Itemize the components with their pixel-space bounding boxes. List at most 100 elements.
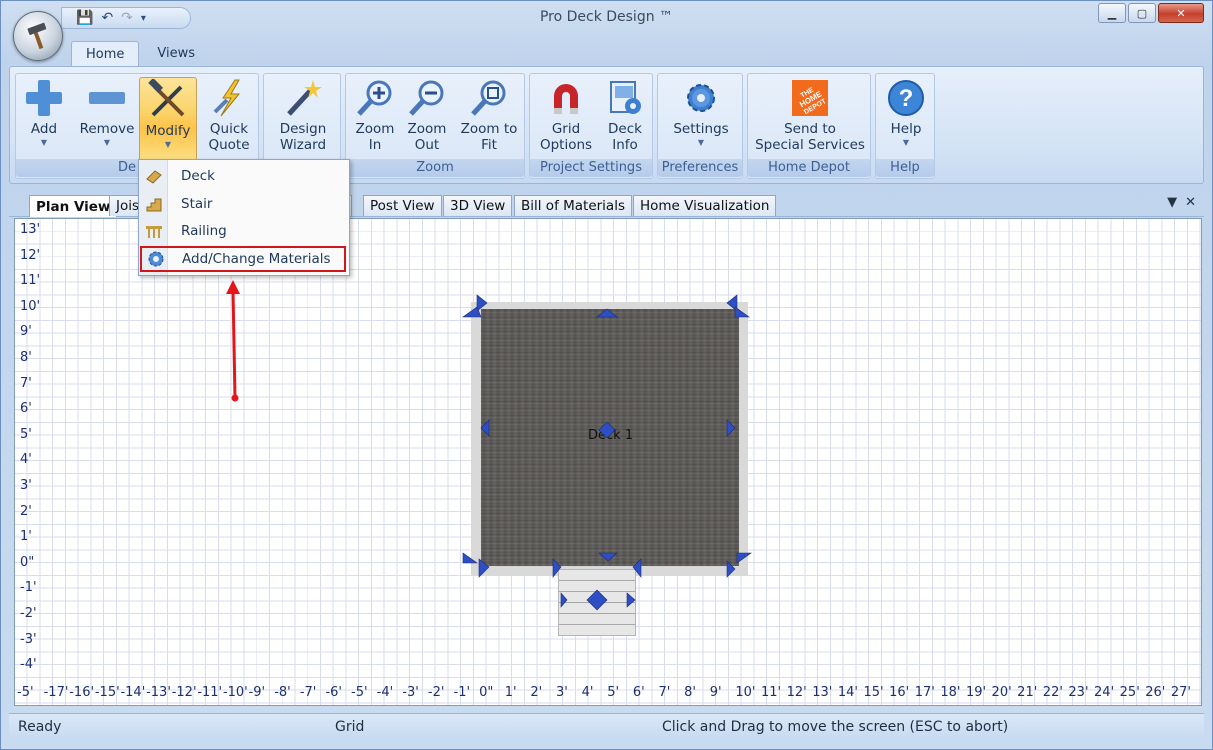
tab-3d-view[interactable]: 3D View (443, 195, 513, 216)
grid-options-label-1: Grid (551, 121, 581, 137)
design-wizard-button[interactable]: Design Wizard (268, 76, 338, 158)
handle-top-right-2 (734, 306, 750, 318)
grid-options-button[interactable]: Grid Options (534, 76, 598, 158)
handle-bottom-left (462, 552, 478, 564)
quick-quote-button[interactable]: Quick Quote (200, 76, 258, 158)
quick-quote-label-2: Quote (208, 137, 250, 153)
handle-bottom-right-2 (726, 560, 736, 578)
materials-gear-icon (148, 251, 164, 267)
remove-label: Remove (79, 121, 135, 137)
deck-handles (462, 294, 752, 611)
tab-post-view[interactable]: Post View (363, 195, 442, 216)
zoom-fit-label-2: Fit (481, 137, 497, 153)
minus-icon (89, 92, 125, 104)
handle-stair-left (552, 558, 562, 578)
zoom-out-label-2: Out (414, 137, 440, 153)
handle-bottom-left-2 (478, 558, 490, 578)
close-tab-icon[interactable]: ✕ (1185, 195, 1196, 210)
tab-home-visualization[interactable]: Home Visualization (633, 195, 777, 216)
annotation-arrow (226, 280, 240, 402)
app-window: Pro Deck Design ™ ▁ ▢ ✕ 💾 ↶ ↷ ▾ Home Vie… (0, 0, 1213, 750)
minimize-button[interactable]: ▁ (1098, 3, 1126, 23)
handle-stair-r2 (626, 592, 636, 608)
tab-home[interactable]: Home (71, 41, 140, 67)
modify-label: Modify (145, 123, 191, 139)
deck-boards-icon (146, 170, 162, 184)
handle-center (598, 421, 616, 439)
group-help: ? Help ▼ Help (875, 73, 935, 179)
group-label-home-depot: Home Depot (748, 159, 870, 177)
zoom-to-fit-button[interactable]: Zoom to Fit (456, 76, 522, 158)
zoom-in-label-2: In (368, 137, 382, 153)
save-icon[interactable]: 💾 (76, 10, 93, 26)
tab-list-icon[interactable]: ▼ (1167, 195, 1177, 210)
ribbon-tabs: Home Views (71, 41, 209, 67)
deck-info-label-1: Deck (608, 121, 642, 137)
home-depot-logo: THEHOMEDEPOT (792, 80, 828, 116)
maximize-button[interactable]: ▢ (1128, 3, 1156, 23)
menu-item-railing-label: Railing (181, 223, 227, 239)
magic-wand-icon (287, 80, 322, 116)
handle-right-mid (726, 419, 736, 437)
handle-bottom-center (598, 552, 618, 562)
chevron-down-icon: ▼ (103, 138, 111, 147)
handle-stair-right (632, 558, 642, 578)
gear-icon (687, 84, 715, 112)
zoom-in-label-1: Zoom (355, 121, 395, 137)
add-label: Add (30, 121, 58, 137)
menu-item-stair-label: Stair (181, 196, 213, 212)
modify-menu: Deck Stair Railing Add/Change Materials (138, 159, 350, 276)
handle-top-center (596, 308, 618, 318)
add-button[interactable]: Add ▼ (20, 76, 68, 158)
chevron-down-icon: ▼ (697, 138, 705, 147)
customize-qat-icon[interactable]: ▾ (141, 13, 146, 24)
menu-item-railing[interactable]: Railing (139, 218, 349, 244)
group-preferences: Settings ▼ Preferences (657, 73, 743, 179)
zoom-in-button[interactable]: Zoom In (350, 76, 400, 158)
help-button[interactable]: ? Help ▼ (880, 76, 932, 158)
close-button[interactable]: ✕ (1158, 3, 1204, 23)
tab-plan-view[interactable]: Plan View (29, 195, 118, 217)
remove-button[interactable]: Remove ▼ (78, 76, 136, 158)
svg-text:?: ? (899, 85, 914, 112)
help-icon: ? (888, 80, 924, 116)
zoom-fit-label-1: Zoom to (460, 121, 518, 137)
handle-left-mid (480, 419, 490, 437)
send-to-special-services-button[interactable]: THE HOME DEPOT Send to Special Services (752, 76, 868, 158)
hammer-icon (27, 22, 47, 50)
menu-item-deck-label: Deck (181, 168, 215, 184)
tab-views[interactable]: Views (143, 41, 209, 65)
menu-item-deck[interactable]: Deck (139, 163, 349, 189)
handle-stair-center (586, 589, 608, 611)
quick-quote-label-1: Quick (209, 121, 249, 137)
design-wizard-label-1: Design (279, 121, 327, 137)
status-grid: Grid (335, 719, 365, 735)
tab-bill-of-materials[interactable]: Bill of Materials (514, 195, 632, 216)
design-wizard-label-2: Wizard (279, 137, 327, 153)
plan-canvas[interactable]: 13' 12' 11' 10' 9' 8' 7' 6' 5' 4' 3' 2' 1' 0" -1' -2' -3… (14, 218, 1202, 706)
magnet-icon (554, 84, 578, 114)
zoom-out-label-1: Zoom (407, 121, 447, 137)
menu-item-stair[interactable]: Stair (139, 191, 349, 217)
handle-bottom-right (736, 552, 752, 564)
send-to-label-2: Special Services (755, 137, 865, 153)
group-label-help: Help (876, 159, 934, 177)
zoom-fit-icon (471, 80, 506, 116)
tools-icon (148, 79, 185, 117)
tab-controls: ▼ ✕ (1167, 195, 1196, 210)
deck-info-icon (610, 81, 641, 114)
undo-icon[interactable]: ↶ (101, 10, 113, 26)
redo-icon[interactable]: ↷ (121, 10, 133, 26)
chevron-down-icon: ▼ (164, 140, 172, 149)
deck-info-button[interactable]: Deck Info (600, 76, 650, 158)
application-button[interactable] (13, 11, 63, 61)
menu-item-add-change-materials[interactable]: Add/Change Materials (140, 246, 346, 272)
settings-button[interactable]: Settings ▼ (664, 76, 738, 158)
handle-top-left (476, 294, 488, 312)
window-controls: ▁ ▢ ✕ (1098, 3, 1204, 23)
help-label: Help (890, 121, 922, 137)
status-bar: Ready Grid Click and Drag to move the sc… (9, 713, 1204, 740)
deck-info-label-2: Info (612, 137, 638, 153)
zoom-out-button[interactable]: Zoom Out (402, 76, 452, 158)
modify-button[interactable]: Modify ▼ (139, 77, 197, 163)
